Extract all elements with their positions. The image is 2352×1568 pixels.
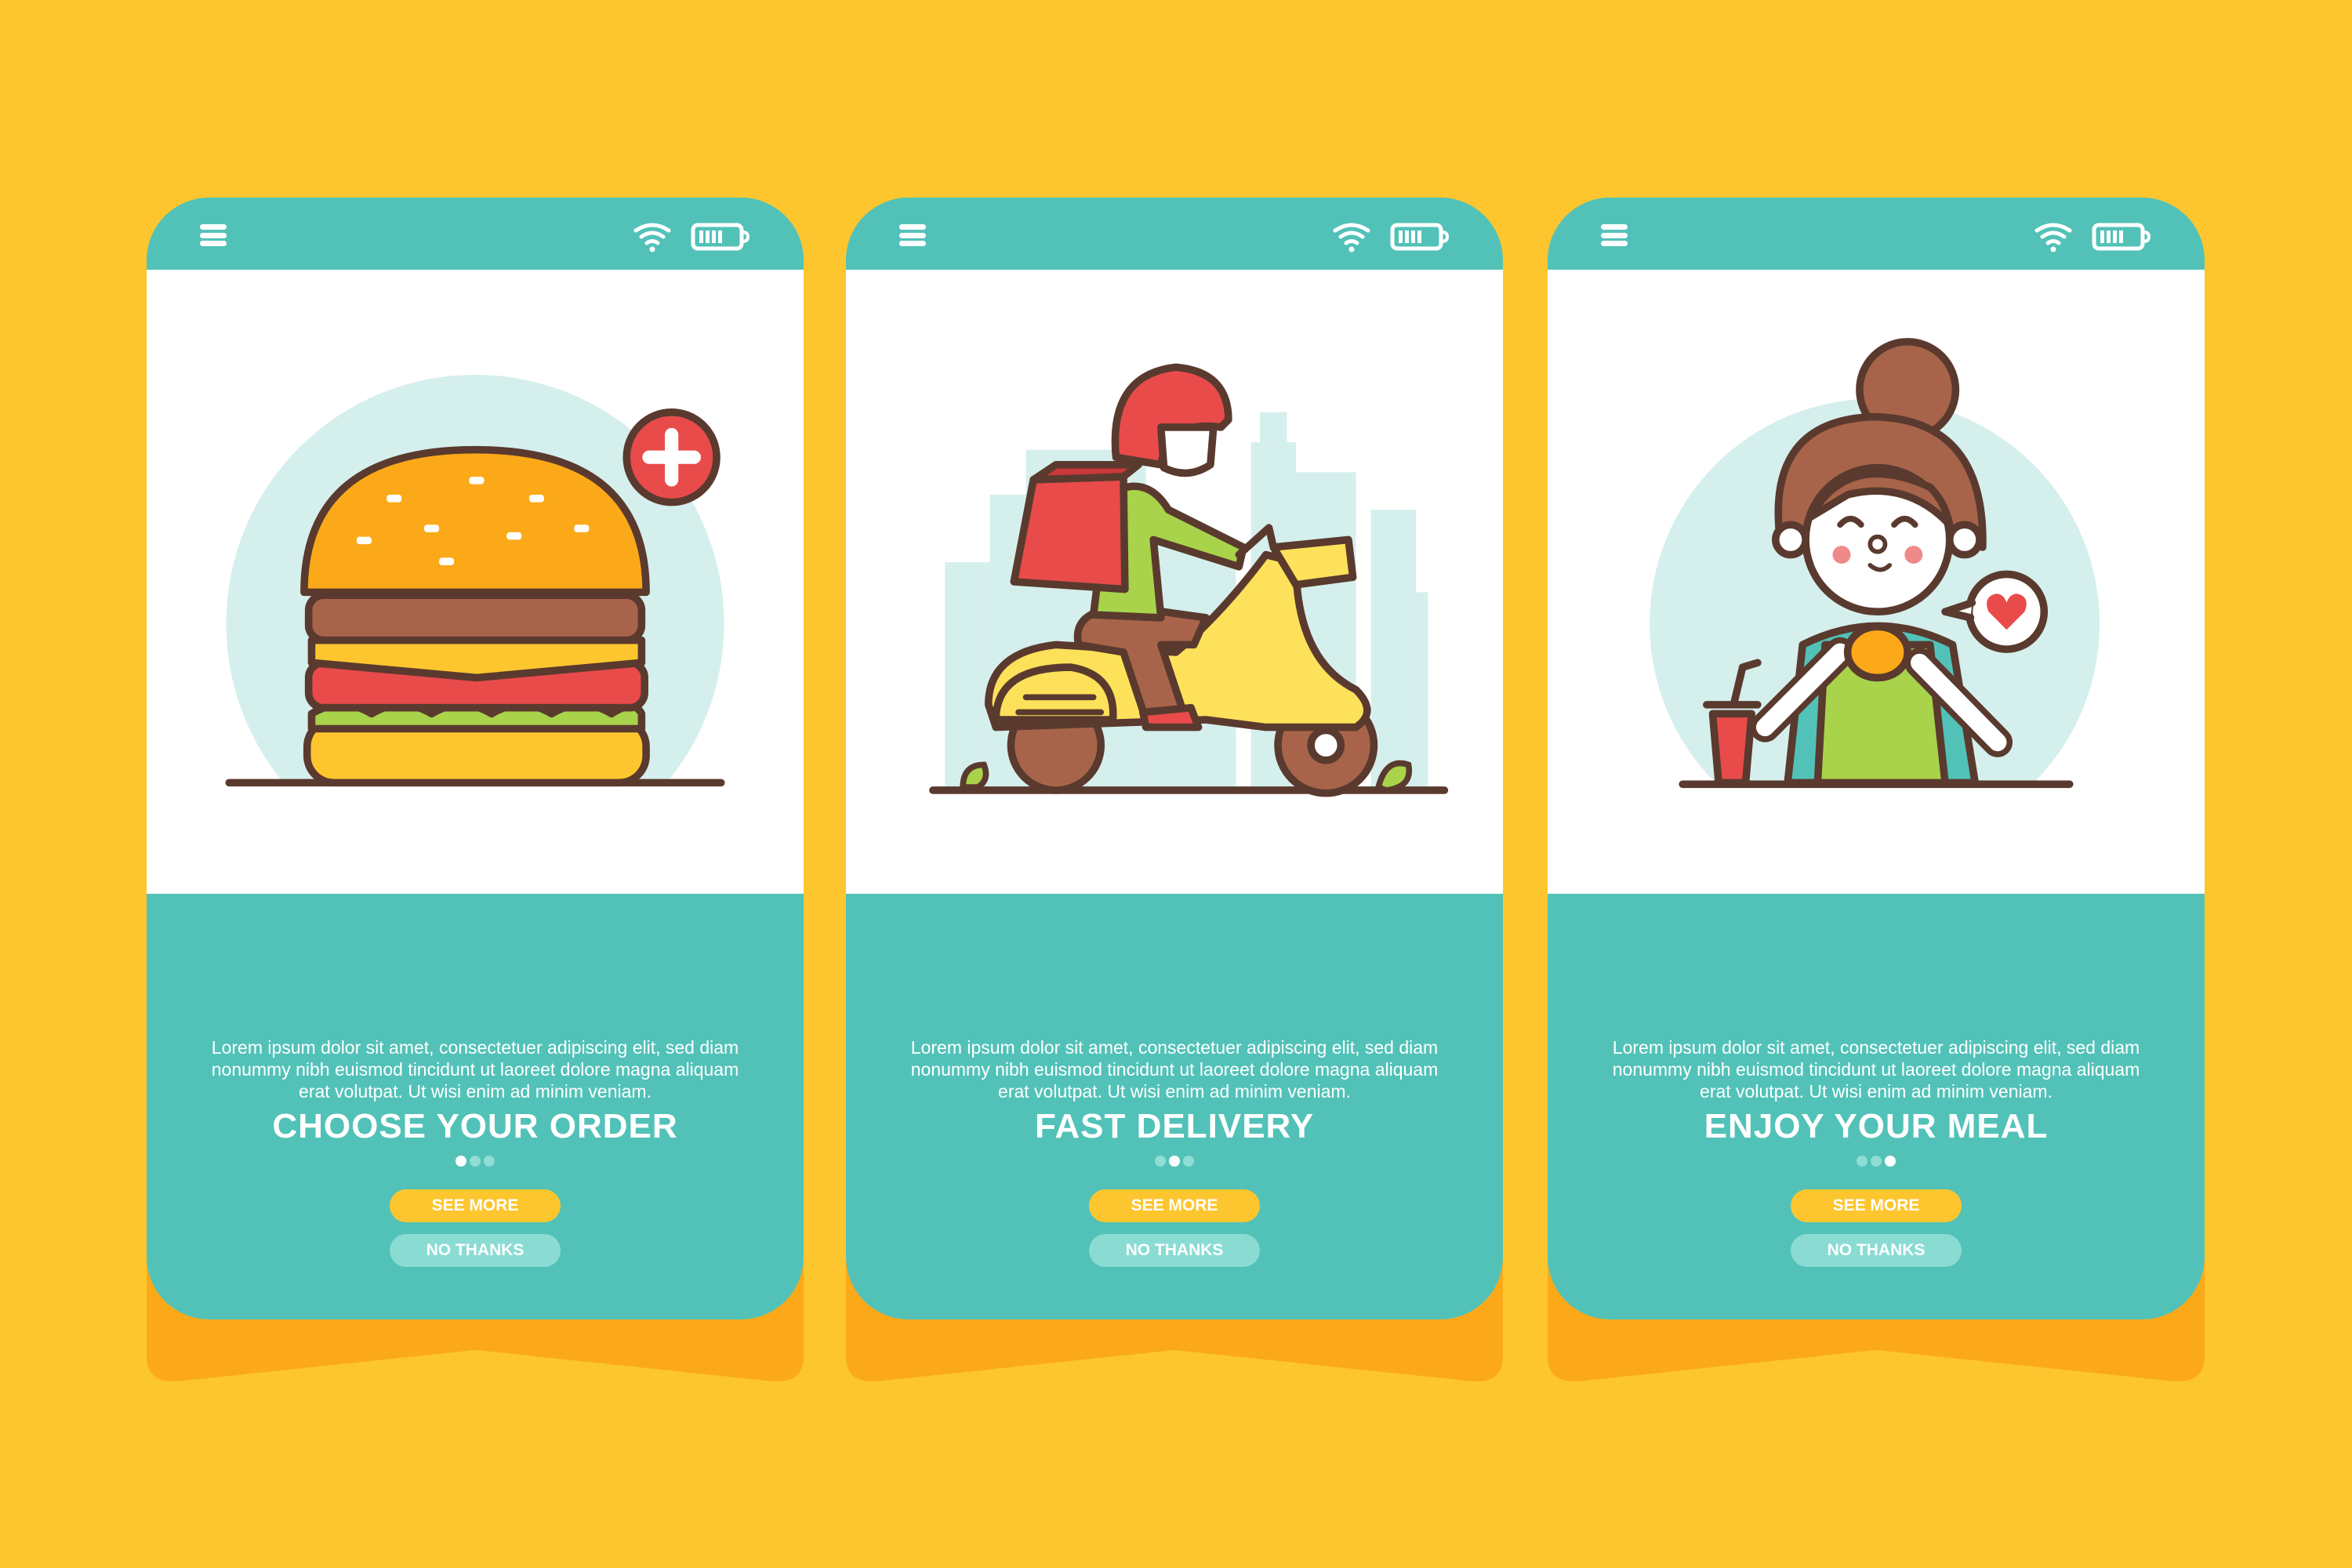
wifi-icon <box>633 223 671 252</box>
menu-icon[interactable] <box>899 224 926 246</box>
phone-screen: FAST DELIVERY Lorem ipsum dolor sit amet… <box>846 198 1503 1319</box>
see-more-button[interactable]: SEE MORE <box>1089 1189 1260 1222</box>
page-indicator <box>147 1156 804 1167</box>
no-thanks-button[interactable]: NO THANKS <box>390 1234 561 1267</box>
screen-description: Lorem ipsum dolor sit amet, consectetuer… <box>910 1037 1439 1102</box>
onboarding-screen-choose-order: CHOOSE YOUR ORDER Lorem ipsum dolor sit … <box>147 198 804 1383</box>
page-dot-3[interactable] <box>1183 1156 1194 1167</box>
menu-icon[interactable] <box>200 224 227 246</box>
status-bar <box>1548 198 2205 270</box>
page-indicator <box>1548 1156 2205 1167</box>
screen-title: ENJOY YOUR MEAL <box>1704 1107 2049 1145</box>
phone-screen: CHOOSE YOUR ORDER Lorem ipsum dolor sit … <box>147 198 804 1319</box>
phone-screen: ENJOY YOUR MEAL Lorem ipsum dolor sit am… <box>1548 198 2205 1319</box>
status-bar <box>147 198 804 270</box>
girl-eating-icon <box>1548 338 2205 894</box>
page-dot-2[interactable] <box>1169 1156 1180 1167</box>
page-dot-1[interactable] <box>456 1156 466 1167</box>
menu-icon[interactable] <box>1601 224 1628 246</box>
page-dot-2[interactable] <box>1871 1156 1882 1167</box>
see-more-button[interactable]: SEE MORE <box>1791 1189 1962 1222</box>
wifi-icon <box>1333 223 1370 252</box>
see-more-button[interactable]: SEE MORE <box>390 1189 561 1222</box>
status-bar <box>846 198 1503 270</box>
battery-icon <box>691 223 750 251</box>
burger-icon <box>147 374 804 894</box>
illustration-area <box>1548 270 2205 894</box>
page-indicator <box>846 1156 1503 1167</box>
scooter-delivery-icon <box>929 363 1449 797</box>
wifi-icon <box>2034 223 2072 252</box>
screen-description: Lorem ipsum dolor sit amet, consectetuer… <box>1612 1037 2140 1102</box>
screen-title: FAST DELIVERY <box>1034 1107 1315 1145</box>
page-dot-1[interactable] <box>1155 1156 1166 1167</box>
no-thanks-button[interactable]: NO THANKS <box>1791 1234 1962 1267</box>
onboarding-screen-fast-delivery: FAST DELIVERY Lorem ipsum dolor sit amet… <box>846 198 1503 1383</box>
page-dot-1[interactable] <box>1857 1156 1867 1167</box>
illustration-area <box>846 270 1503 894</box>
page-dot-3[interactable] <box>1885 1156 1896 1167</box>
battery-icon <box>1390 223 1450 251</box>
screen-title: CHOOSE YOUR ORDER <box>272 1107 678 1145</box>
page-dot-2[interactable] <box>470 1156 481 1167</box>
plus-badge-icon <box>622 408 720 506</box>
no-thanks-button[interactable]: NO THANKS <box>1089 1234 1260 1267</box>
battery-icon <box>2092 223 2151 251</box>
onboarding-screen-enjoy-meal: ENJOY YOUR MEAL Lorem ipsum dolor sit am… <box>1548 198 2205 1383</box>
illustration-area <box>147 270 804 894</box>
screen-description: Lorem ipsum dolor sit amet, consectetuer… <box>211 1037 739 1102</box>
page-dot-3[interactable] <box>484 1156 495 1167</box>
